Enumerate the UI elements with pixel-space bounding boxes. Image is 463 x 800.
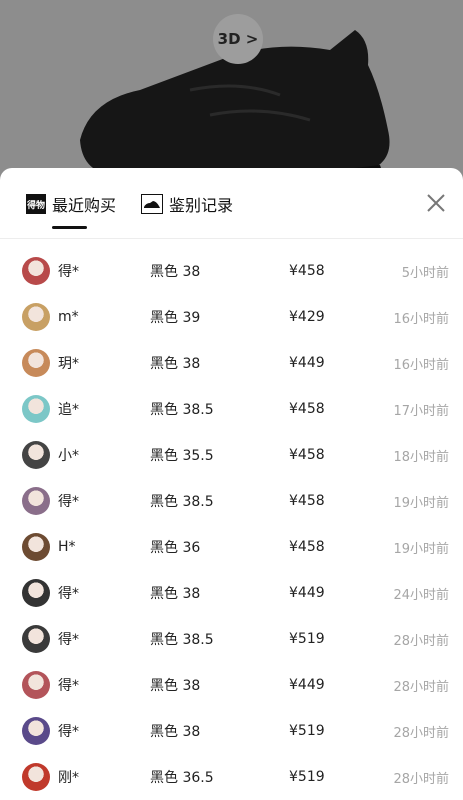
purchase-time: 19小时前 [393,541,449,557]
buyer-name: 刚* [58,770,79,786]
purchase-row: 得* 黑色 38 ¥449 28小时前 [0,662,463,708]
user-avatar [22,487,50,515]
dewu-logo-icon: 得物 [26,194,46,214]
active-tab-indicator [52,226,87,229]
user-avatar [22,671,50,699]
purchase-time: 16小时前 [393,357,449,373]
product-price: ¥449 [289,677,325,693]
purchase-time: 18小时前 [393,449,449,465]
buyer-name: 得* [58,494,79,510]
user-avatar [22,257,50,285]
product-price: ¥519 [289,631,325,647]
purchase-row: 得* 黑色 38.5 ¥519 28小时前 [0,616,463,662]
buyer-name: 小* [58,448,79,464]
product-spec: 黑色 38 [150,264,201,280]
tab-label: 鉴别记录 [169,196,234,215]
recent-purchases-sheet: 得物 最近购买 鉴别记录 得* 黑色 38 ¥458 5小时前 m* 黑色 39… [0,168,463,800]
buyer-name: 得* [58,678,79,694]
sneaker-icon [141,194,163,214]
purchase-row: 小* 黑色 35.5 ¥458 18小时前 [0,432,463,478]
product-spec: 黑色 38.5 [150,402,214,418]
product-spec: 黑色 36.5 [150,770,214,786]
purchase-time: 28小时前 [393,771,449,787]
purchase-row: H* 黑色 36 ¥458 19小时前 [0,524,463,570]
product-spec: 黑色 38.5 [150,494,214,510]
buyer-name: 得* [58,586,79,602]
purchase-time: 28小时前 [393,679,449,695]
purchase-time: 16小时前 [393,311,449,327]
buyer-name: H* [58,539,76,555]
tab-label: 最近购买 [52,196,117,215]
product-price: ¥449 [289,585,325,601]
purchase-row: 得* 黑色 38 ¥458 5小时前 [0,248,463,294]
user-avatar [22,625,50,653]
user-avatar [22,395,50,423]
product-spec: 黑色 38 [150,724,201,740]
tab-bar: 得物 最近购买 鉴别记录 [0,168,463,239]
purchase-row: 追* 黑色 38.5 ¥458 17小时前 [0,386,463,432]
product-price: ¥519 [289,769,325,785]
product-price: ¥458 [289,447,325,463]
buyer-name: 得* [58,264,79,280]
product-price: ¥458 [289,263,325,279]
product-price: ¥449 [289,355,325,371]
product-spec: 黑色 35.5 [150,448,214,464]
purchase-row: 得* 黑色 38 ¥449 24小时前 [0,570,463,616]
user-avatar [22,579,50,607]
purchase-time: 28小时前 [393,725,449,741]
buyer-name: 玥* [58,356,79,372]
product-spec: 黑色 39 [150,310,201,326]
product-spec: 黑色 38 [150,586,201,602]
user-avatar [22,717,50,745]
view-3d-button[interactable]: 3D > [213,14,263,64]
user-avatar [22,533,50,561]
purchase-list: 得* 黑色 38 ¥458 5小时前 m* 黑色 39 ¥429 16小时前 玥… [0,248,463,800]
product-price: ¥458 [289,493,325,509]
purchase-time: 28小时前 [393,633,449,649]
purchase-row: 刚* 黑色 36.5 ¥519 28小时前 [0,754,463,800]
buyer-name: 得* [58,632,79,648]
purchase-time: 17小时前 [393,403,449,419]
user-avatar [22,441,50,469]
user-avatar [22,763,50,791]
purchase-row: m* 黑色 39 ¥429 16小时前 [0,294,463,340]
close-icon[interactable] [425,192,447,214]
purchase-time: 24小时前 [393,587,449,603]
purchase-time: 19小时前 [393,495,449,511]
product-spec: 黑色 38 [150,356,201,372]
product-spec: 黑色 36 [150,540,201,556]
purchase-row: 玥* 黑色 38 ¥449 16小时前 [0,340,463,386]
product-price: ¥458 [289,539,325,555]
product-spec: 黑色 38 [150,678,201,694]
product-price: ¥519 [289,723,325,739]
buyer-name: 追* [58,402,79,418]
user-avatar [22,349,50,377]
buyer-name: m* [58,309,79,325]
product-price: ¥429 [289,309,325,325]
buyer-name: 得* [58,724,79,740]
product-spec: 黑色 38.5 [150,632,214,648]
tab-authentication-records[interactable]: 鉴别记录 [141,192,233,216]
product-price: ¥458 [289,401,325,417]
purchase-row: 得* 黑色 38 ¥519 28小时前 [0,708,463,754]
purchase-row: 得* 黑色 38.5 ¥458 19小时前 [0,478,463,524]
purchase-time: 5小时前 [401,265,449,281]
tab-recent-purchases[interactable]: 得物 最近购买 [26,192,116,216]
user-avatar [22,303,50,331]
product-preview: 3D > [0,0,463,190]
